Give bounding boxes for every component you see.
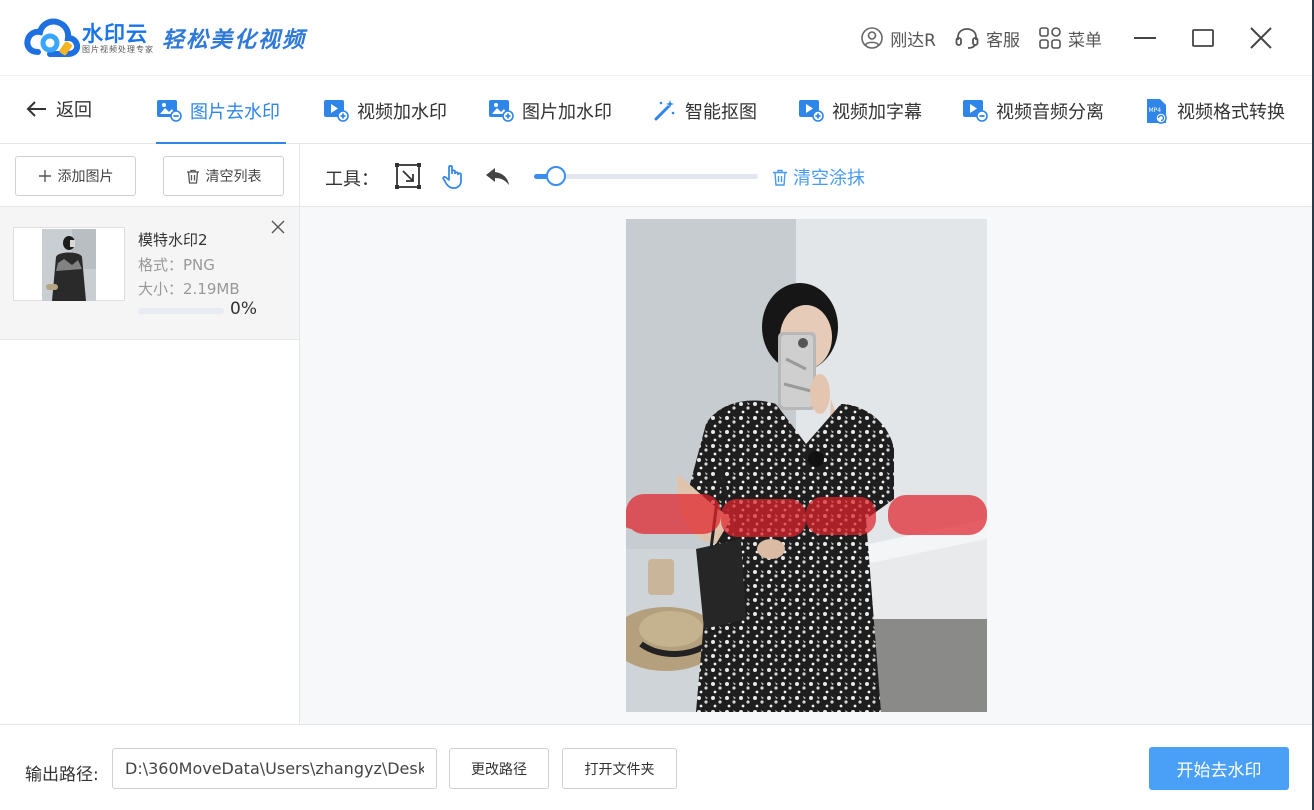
tab-image-remove-watermark[interactable]: 图片去水印 xyxy=(156,94,286,144)
add-image-button[interactable]: 添加图片 xyxy=(15,156,136,196)
trash-icon xyxy=(186,169,199,184)
output-path-label: 输出路径: xyxy=(25,765,99,785)
back-label: 返回 xyxy=(56,100,92,121)
progress-bar xyxy=(138,308,224,314)
back-button[interactable]: 返回 xyxy=(26,96,92,122)
image-plus-icon xyxy=(489,100,514,122)
slider-knob[interactable] xyxy=(546,166,566,186)
user-name: 刚达R xyxy=(890,30,936,51)
tab-label: 图片加水印 xyxy=(522,102,612,123)
tab-label: 视频音频分离 xyxy=(996,102,1104,123)
title-bar: 水印云 图片视频处理专家 轻松美化视频 刚达R 客服 菜单 xyxy=(0,0,1312,76)
file-size: 大小：2.19MB xyxy=(138,280,240,298)
undo-icon[interactable] xyxy=(484,162,512,190)
file-list-toolbar: 添加图片 清空列表 xyxy=(0,144,299,207)
file-list-panel: 添加图片 清空列表 模特水印2 格式：PNG 大小：2.19MB 0% xyxy=(0,144,300,724)
tab-video-audio-split[interactable]: 视频音频分离 xyxy=(962,94,1104,144)
feature-nav: 返回 图片去水印 视频加水印 图片加水印 智能抠图 视频加字幕 视频音频分离 M… xyxy=(0,76,1312,144)
mp4-file-icon: MP4 xyxy=(1147,99,1167,124)
grid-icon xyxy=(1039,27,1061,49)
clear-paint-label: 清空涂抹 xyxy=(793,168,865,189)
progress-text: 0% xyxy=(230,299,257,319)
tab-image-add-watermark[interactable]: 图片加水印 xyxy=(488,94,612,144)
start-remove-watermark-button[interactable]: 开始去水印 xyxy=(1149,747,1289,790)
video-split-icon xyxy=(963,100,988,122)
file-format: 格式：PNG xyxy=(138,256,215,274)
headset-icon xyxy=(955,28,979,49)
output-bar: 输出路径: 更改路径 打开文件夹 开始去水印 xyxy=(0,724,1312,810)
image-canvas[interactable] xyxy=(626,219,987,712)
tab-label: 智能抠图 xyxy=(685,102,757,123)
add-image-label: 添加图片 xyxy=(57,169,114,185)
tab-smart-cutout[interactable]: 智能抠图 xyxy=(653,94,757,144)
maximize-icon xyxy=(1192,29,1214,47)
tab-label: 视频加水印 xyxy=(357,102,447,123)
tab-video-format-convert[interactable]: MP4 视频格式转换 xyxy=(1145,94,1285,144)
brush-size-slider[interactable] xyxy=(534,166,758,186)
service-label: 客服 xyxy=(986,30,1020,51)
tab-label: 视频加字幕 xyxy=(832,102,922,123)
maximize-button[interactable] xyxy=(1188,23,1218,53)
select-box-icon[interactable] xyxy=(394,162,422,190)
title-bar-actions: 刚达R 客服 菜单 xyxy=(860,22,1276,54)
editor-panel: 工具： 清空涂抹 xyxy=(300,144,1312,724)
hand-pointer-icon[interactable] xyxy=(439,162,467,190)
menu-button[interactable]: 菜单 xyxy=(1038,26,1102,51)
app-window: 水印云 图片视频处理专家 轻松美化视频 刚达R 客服 菜单 返回 图片去水印 视… xyxy=(0,0,1314,810)
trash-icon xyxy=(773,169,787,186)
tab-label: 视频格式转换 xyxy=(1177,102,1285,123)
thumbnail-image xyxy=(42,229,96,301)
image-minus-icon xyxy=(157,100,182,122)
cloud-logo-icon xyxy=(24,18,80,57)
arrow-left-icon xyxy=(26,101,46,117)
magic-wand-icon xyxy=(654,100,675,121)
open-folder-button[interactable]: 打开文件夹 xyxy=(562,748,677,789)
user-account-button[interactable]: 刚达R xyxy=(860,26,936,51)
close-button[interactable] xyxy=(1246,23,1276,53)
tab-video-add-watermark[interactable]: 视频加水印 xyxy=(323,94,447,144)
slogan: 轻松美化视频 xyxy=(162,27,307,53)
clear-list-button[interactable]: 清空列表 xyxy=(163,156,284,196)
close-icon xyxy=(1250,27,1272,49)
minimize-icon xyxy=(1134,37,1156,39)
file-name: 模特水印2 xyxy=(138,231,208,249)
plus-icon xyxy=(38,170,51,182)
clear-list-label: 清空列表 xyxy=(205,169,262,185)
output-path-input[interactable] xyxy=(112,748,437,789)
file-thumbnail xyxy=(13,227,125,301)
customer-service-button[interactable]: 客服 xyxy=(954,26,1020,51)
preview-image xyxy=(626,219,987,712)
tools-bar: 工具： 清空涂抹 xyxy=(300,144,1312,207)
menu-label: 菜单 xyxy=(1068,30,1102,51)
clear-paint-button[interactable]: 清空涂抹 xyxy=(772,164,865,190)
file-list-item[interactable]: 模特水印2 格式：PNG 大小：2.19MB 0% xyxy=(0,207,299,340)
user-circle-icon xyxy=(861,27,883,49)
video-subtitle-icon xyxy=(799,100,824,122)
remove-file-icon[interactable] xyxy=(270,219,286,235)
tools-label: 工具： xyxy=(325,169,379,190)
minimize-button[interactable] xyxy=(1130,23,1160,53)
tab-label: 图片去水印 xyxy=(190,102,280,123)
brand-subtitle: 图片视频处理专家 xyxy=(82,45,154,54)
tab-video-add-subtitle[interactable]: 视频加字幕 xyxy=(798,94,922,144)
video-plus-icon xyxy=(324,100,349,122)
change-path-button[interactable]: 更改路径 xyxy=(449,748,549,789)
